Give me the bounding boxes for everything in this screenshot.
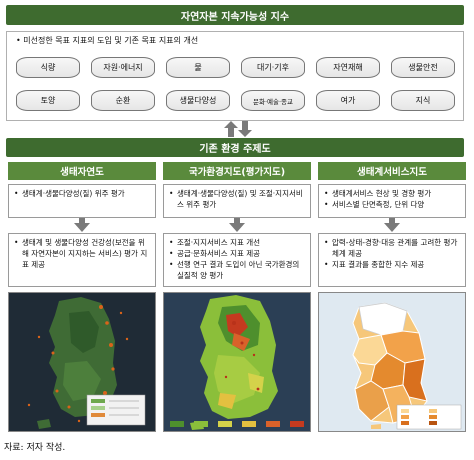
ecological-map-image [8,292,156,432]
indicator-item: 생물안전 [391,57,455,78]
upper-bullet: 생태계서비스 현상 및 경향 평가 [323,188,461,199]
lower-bullet: 압력-상태-경향·대응 관계를 고려한 평가체계 제공 [323,237,461,259]
indicator-item: 순환 [91,90,155,111]
ecosystem-service-map-image [318,292,466,432]
page-title: 자연자본 지속가능성 지수 [6,5,464,25]
column-header-ecological-map: 생태자연도 [8,162,156,180]
lower-box-ecosystem: 압력-상태-경향·대응 관계를 고려한 평가체계 제공 지표 결과를 종합한 지… [318,233,466,287]
lower-box-national: 조절·지지서비스 지표 개선 공급·문화서비스 지표 제공 선행 연구 결과 도… [163,233,311,287]
lower-bullet: 선행 연구 결과 도입이 아닌 국가환경의 실질적 양 평가 [168,259,306,281]
column-header-ecosystem-service-map: 생태계서비스지도 [318,162,466,180]
indicator-item: 생물다양성 [166,90,230,111]
upper-bullet: 생태계·생물다양성(질) 및 조절·지지서비스 위주 평가 [168,188,306,210]
top-bullet-text: 미선정한 목표 지표의 도입 및 기존 목표 지표의 개선 [23,36,199,45]
indicator-item: 여가 [316,90,380,111]
indicator-item: 식량 [16,57,80,78]
down-arrow-icon [229,218,245,232]
upper-bullet: 생태계·생물다양성(질) 위주 평가 [13,188,151,199]
source-caption: 자료: 저자 작성. [4,443,66,453]
lower-box-ecological: 생태계 및 생물다양성 건강성(보전을 위해 자연자본이 지지하는 서비스) 평… [8,233,156,287]
national-environment-map-image [163,292,311,432]
indicator-item: 자원·에너지 [91,57,155,78]
lower-bullet: 지표 결과를 종합한 지수 제공 [323,259,461,270]
korea-map-ecosystem-service [319,293,465,431]
bidirectional-arrow-icon [224,121,252,137]
indicator-item: 물 [166,57,230,78]
indicator-item: 문화·예술·종교 [241,90,305,111]
lower-bullet: 조절·지지서비스 지표 개선 [168,237,306,248]
down-arrow-icon [384,218,400,232]
upper-box-national: 생태계·생물다양성(질) 및 조절·지지서비스 위주 평가 [163,184,311,218]
indicator-item: 토양 [16,90,80,111]
indicator-item: 대기·기후 [241,57,305,78]
down-arrow-icon [74,218,90,232]
upper-bullet: 서비스별 단면측정, 단위 다양 [323,199,461,210]
indicator-item: 지식 [391,90,455,111]
column-header-national-env-map: 국가환경지도(평가지도) [163,162,311,180]
korea-map-national [164,293,310,431]
indicator-item: 자연재해 [316,57,380,78]
upper-box-ecological: 생태계·생물다양성(질) 위주 평가 [8,184,156,218]
existing-maps-header: 기존 환경 주제도 [6,138,464,157]
korea-map-ecological [9,293,155,431]
lower-bullet: 공급·문화서비스 지표 제공 [168,248,306,259]
upper-box-ecosystem: 생태계서비스 현상 및 경향 평가 서비스별 단면측정, 단위 다양 [318,184,466,218]
top-bullet: • 미선정한 목표 지표의 도입 및 기존 목표 지표의 개선 [16,35,198,46]
lower-bullet: 생태계 및 생물다양성 건강성(보전을 위해 자연자본이 지지하는 서비스) 평… [13,237,151,270]
